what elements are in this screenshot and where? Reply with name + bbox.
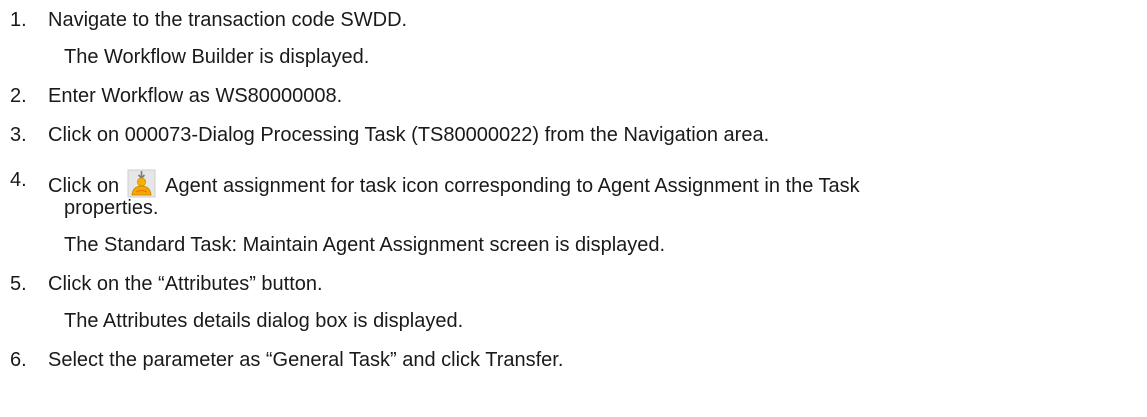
step-text: Select the parameter as “General Task” a… xyxy=(48,349,564,371)
step-text: Click on Agent assignment for task icon … xyxy=(48,168,860,198)
step-1-result: The Workflow Builder is displayed. xyxy=(64,46,370,68)
step-5-result: The Attributes details dialog box is dis… xyxy=(64,310,464,332)
agent-assignment-icon xyxy=(127,168,157,198)
step-number: 6. xyxy=(10,349,27,371)
step-text: Click on 000073-Dialog Processing Task (… xyxy=(48,124,770,146)
step-number: 2. xyxy=(10,85,27,107)
step-4-result: The Standard Task: Maintain Agent Assign… xyxy=(64,234,666,256)
step-text: Navigate to the transaction code SWDD. xyxy=(48,9,408,31)
step-number: 1. xyxy=(10,9,27,31)
step-number: 5. xyxy=(10,273,27,295)
step-number: 3. xyxy=(10,124,27,146)
step-text: Enter Workflow as WS80000008. xyxy=(48,85,343,107)
step-text-before-icon: Click on xyxy=(48,175,120,197)
step-number: 4. xyxy=(10,169,27,191)
step-text-after-icon: Agent assignment for task icon correspon… xyxy=(165,175,860,197)
step-4-text-continued: properties. xyxy=(64,197,159,219)
step-text: Click on the “Attributes” button. xyxy=(48,273,323,295)
